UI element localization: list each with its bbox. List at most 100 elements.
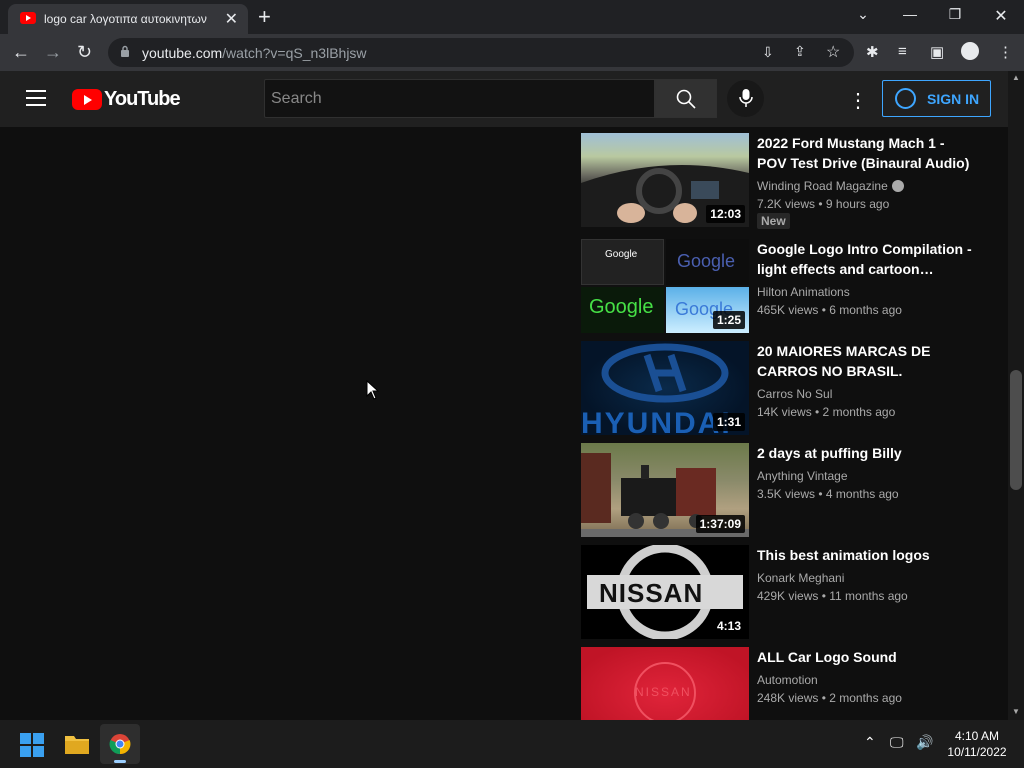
- back-icon[interactable]: ←: [12, 42, 30, 63]
- microphone-icon: [739, 89, 753, 107]
- video-channel[interactable]: Winding Road Magazine: [757, 179, 904, 193]
- minimize-icon[interactable]: —: [890, 6, 930, 22]
- scroll-down-icon[interactable]: ▼: [1012, 707, 1020, 716]
- nissan-wordmark: NISSAN: [635, 685, 692, 699]
- nissan-wordmark: NISSAN: [599, 578, 704, 608]
- video-duration: 1:31: [712, 413, 745, 431]
- video-meta: 429K views • 11 months ago: [757, 589, 908, 603]
- network-icon[interactable]: 🖵: [890, 734, 904, 751]
- recommended-video[interactable]: NISSAN 4:13 This best animation logos Ko…: [581, 545, 1001, 639]
- channel-name[interactable]: Winding Road Magazine: [757, 179, 888, 193]
- video-channel[interactable]: Carros No Sul: [757, 387, 832, 401]
- bookmark-star-icon[interactable]: ☆: [826, 42, 840, 62]
- sign-in-label: SIGN IN: [927, 91, 980, 107]
- nissan-red-logo-image: [634, 662, 696, 720]
- chrome-taskbar-button[interactable]: [100, 724, 140, 764]
- profile-avatar-icon[interactable]: [961, 42, 979, 60]
- youtube-wordmark: YouTube: [104, 88, 181, 110]
- video-duration: 1:25: [712, 311, 745, 329]
- recommended-video[interactable]: 1:37:09 2 days at puffing Billy Anything…: [581, 443, 1001, 537]
- search-icon: [676, 89, 696, 109]
- file-explorer-icon[interactable]: [64, 733, 90, 755]
- recommended-video[interactable]: NISSAN ALL Car Logo Sound Automotion 248…: [581, 647, 1001, 720]
- active-app-indicator: [114, 760, 126, 763]
- mouse-cursor-icon: [366, 380, 380, 400]
- hyundai-wordmark: HYUNDAI: [581, 407, 732, 435]
- video-title[interactable]: 2022 Ford Mustang Mach 1 - POV Test Driv…: [757, 133, 977, 173]
- video-channel[interactable]: Automotion: [757, 673, 818, 687]
- video-thumbnail[interactable]: NISSAN: [581, 647, 749, 720]
- video-title[interactable]: This best animation logos: [757, 545, 977, 565]
- clock-date: 10/11/2022: [947, 745, 1007, 759]
- tab-title: logo car λογοτιπα αυτοκινητων: [44, 12, 207, 26]
- windows-start-icon[interactable]: [20, 733, 44, 757]
- recommended-video[interactable]: Google Google Google Google 1:25 Google …: [581, 239, 1001, 333]
- account-circle-icon: [895, 88, 916, 109]
- video-meta: 248K views • 2 months ago: [757, 691, 902, 705]
- video-thumbnail[interactable]: Google Google Google Google 1:25: [581, 239, 749, 333]
- hamburger-menu-icon[interactable]: [26, 90, 46, 106]
- voice-search-button[interactable]: [727, 80, 764, 117]
- side-panel-icon[interactable]: ▣: [930, 43, 944, 61]
- video-duration: 1:37:09: [695, 515, 745, 533]
- reload-icon[interactable]: ↻: [77, 42, 92, 63]
- browser-tab-strip: logo car λογοτιπα αυτοκινητων ✕ + ⌄ — ❐ …: [0, 0, 1024, 34]
- youtube-masthead: YouTube ⋮ SIGN IN: [0, 71, 1008, 127]
- video-duration: 12:03: [706, 205, 745, 223]
- new-tab-icon[interactable]: +: [258, 4, 271, 30]
- youtube-play-icon: [72, 89, 102, 110]
- recommended-video[interactable]: HYUNDAI 1:31 20 MAIORES MARCAS DE CARROS…: [581, 341, 1001, 435]
- share-icon[interactable]: ⇪: [794, 43, 806, 60]
- google-logo-text: Google: [605, 249, 638, 260]
- recommendations-panel: 12:03 2022 Ford Mustang Mach 1 - POV Tes…: [570, 127, 1008, 720]
- settings-menu-icon[interactable]: ⋮: [848, 88, 868, 113]
- recommended-video[interactable]: 12:03 2022 Ford Mustang Mach 1 - POV Tes…: [581, 133, 1001, 229]
- search-button[interactable]: [655, 79, 717, 118]
- system-clock[interactable]: 4:10 AM 10/11/2022: [940, 728, 1014, 760]
- search-input[interactable]: [265, 80, 654, 117]
- video-thumbnail[interactable]: 12:03: [581, 133, 749, 227]
- browser-toolbar: ← → ↻ youtube.com/watch?v=qS_n3lBhjsw ⇩ …: [0, 34, 1024, 71]
- close-window-icon[interactable]: ✕: [981, 6, 1021, 26]
- youtube-favicon-icon: [20, 12, 36, 24]
- media-queue-icon[interactable]: ≡: [898, 43, 907, 60]
- video-meta: 7.2K views • 9 hours ago: [757, 197, 890, 211]
- restore-icon[interactable]: ❐: [935, 6, 975, 23]
- verified-icon: [891, 180, 904, 192]
- video-thumbnail[interactable]: NISSAN 4:13: [581, 545, 749, 639]
- show-hidden-icons-icon[interactable]: ⌃: [864, 734, 876, 751]
- windows-taskbar: ⌃ 🖵 🔊 4:10 AM 10/11/2022: [0, 720, 1024, 768]
- scroll-up-icon[interactable]: ▲: [1012, 73, 1020, 82]
- address-bar[interactable]: youtube.com/watch?v=qS_n3lBhjsw ⇩ ⇪ ☆: [108, 38, 854, 67]
- video-player-area[interactable]: [0, 127, 570, 720]
- lock-icon: [121, 45, 129, 57]
- video-title[interactable]: ALL Car Logo Sound: [757, 647, 977, 667]
- video-title[interactable]: 20 MAIORES MARCAS DE CARROS NO BRASIL.: [757, 341, 977, 381]
- clock-time: 4:10 AM: [954, 729, 1000, 743]
- video-thumbnail[interactable]: HYUNDAI 1:31: [581, 341, 749, 435]
- video-channel[interactable]: Hilton Animations: [757, 285, 850, 299]
- video-channel[interactable]: Konark Meghani: [757, 571, 844, 585]
- url-path: /watch?v=qS_n3lBhjsw: [222, 45, 367, 61]
- video-meta: 14K views • 2 months ago: [757, 405, 896, 419]
- url-domain: youtube.com: [142, 45, 223, 61]
- video-title[interactable]: 2 days at puffing Billy: [757, 443, 977, 463]
- google-logo-text: Google: [589, 296, 654, 318]
- video-thumbnail[interactable]: 1:37:09: [581, 443, 749, 537]
- install-app-icon[interactable]: ⇩: [762, 44, 774, 61]
- browser-menu-icon[interactable]: ⋮: [998, 43, 1013, 61]
- video-channel[interactable]: Anything Vintage: [757, 469, 848, 483]
- video-meta: 3.5K views • 4 months ago: [757, 487, 899, 501]
- video-title[interactable]: Google Logo Intro Compilation - light ef…: [757, 239, 977, 279]
- tab-search-icon[interactable]: ⌄: [843, 6, 883, 23]
- browser-tab[interactable]: logo car λογοτιπα αυτοκινητων ✕: [8, 4, 248, 34]
- url-text: youtube.com/watch?v=qS_n3lBhjsw: [142, 45, 367, 61]
- forward-icon[interactable]: →: [44, 42, 62, 63]
- search-box: [264, 79, 655, 118]
- volume-icon[interactable]: 🔊: [916, 734, 933, 751]
- scrollbar-thumb[interactable]: [1010, 370, 1022, 490]
- extensions-icon[interactable]: ✱: [866, 43, 879, 61]
- close-tab-icon[interactable]: ✕: [225, 9, 238, 29]
- video-duration: 4:13: [712, 617, 745, 635]
- sign-in-button[interactable]: SIGN IN: [882, 80, 991, 117]
